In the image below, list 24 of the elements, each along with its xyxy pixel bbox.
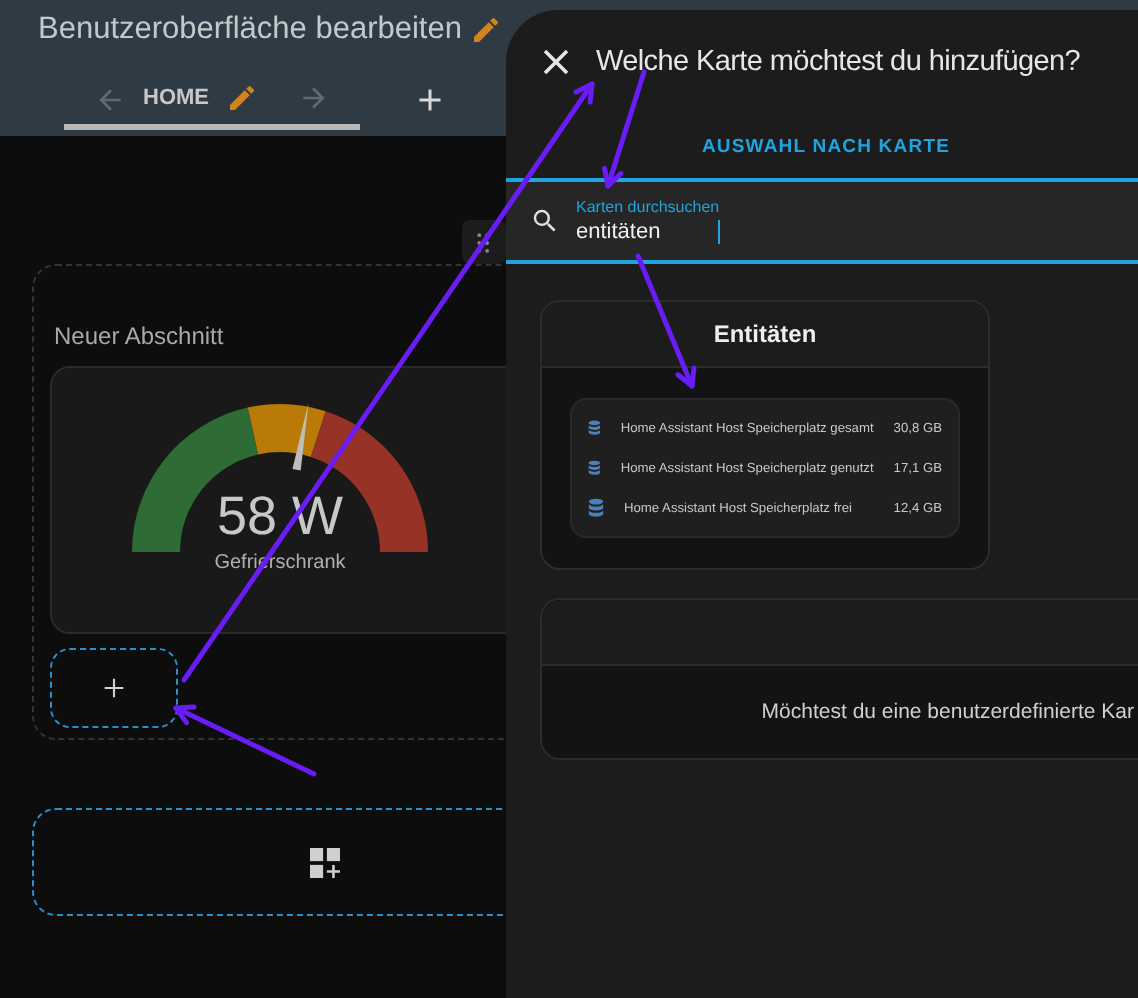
add-card-button[interactable] <box>50 648 178 728</box>
database-icon <box>588 458 601 478</box>
search-icon <box>530 206 560 236</box>
card-title: Entitäten <box>713 320 817 348</box>
annotation-arrow <box>635 253 697 389</box>
custom-card[interactable]: Möchtest du eine benutzerdefinierte Kar <box>540 598 1138 760</box>
annotation-arrow <box>173 704 317 777</box>
section-title: Neuer Abschnitt <box>54 322 226 350</box>
grid-dots-icon <box>476 231 492 253</box>
arrow-left-icon[interactable] <box>94 84 126 116</box>
dialog-title: Welche Karte möchtest du hinzufügen? <box>596 46 1081 78</box>
close-button[interactable] <box>542 48 570 76</box>
custom-card-message: Möchtest du eine benutzerdefinierte Kar <box>761 700 1134 724</box>
edit-icon[interactable] <box>225 81 257 113</box>
page-title: Benutzeroberfläche bearbeiten <box>38 12 462 48</box>
view-tab[interactable]: HOME <box>64 70 360 130</box>
dialog-tab[interactable]: AUSWAHL NACH KARTE <box>506 114 1138 178</box>
database-icon <box>588 418 601 438</box>
search-field[interactable]: Karten durchsuchen entitäten <box>506 182 1138 264</box>
database-icon <box>588 498 604 518</box>
edit-icon[interactable] <box>470 14 502 46</box>
grid-plus-icon <box>309 847 339 877</box>
gauge-value: 58 W <box>216 484 344 548</box>
annotation-arrow <box>602 69 647 189</box>
